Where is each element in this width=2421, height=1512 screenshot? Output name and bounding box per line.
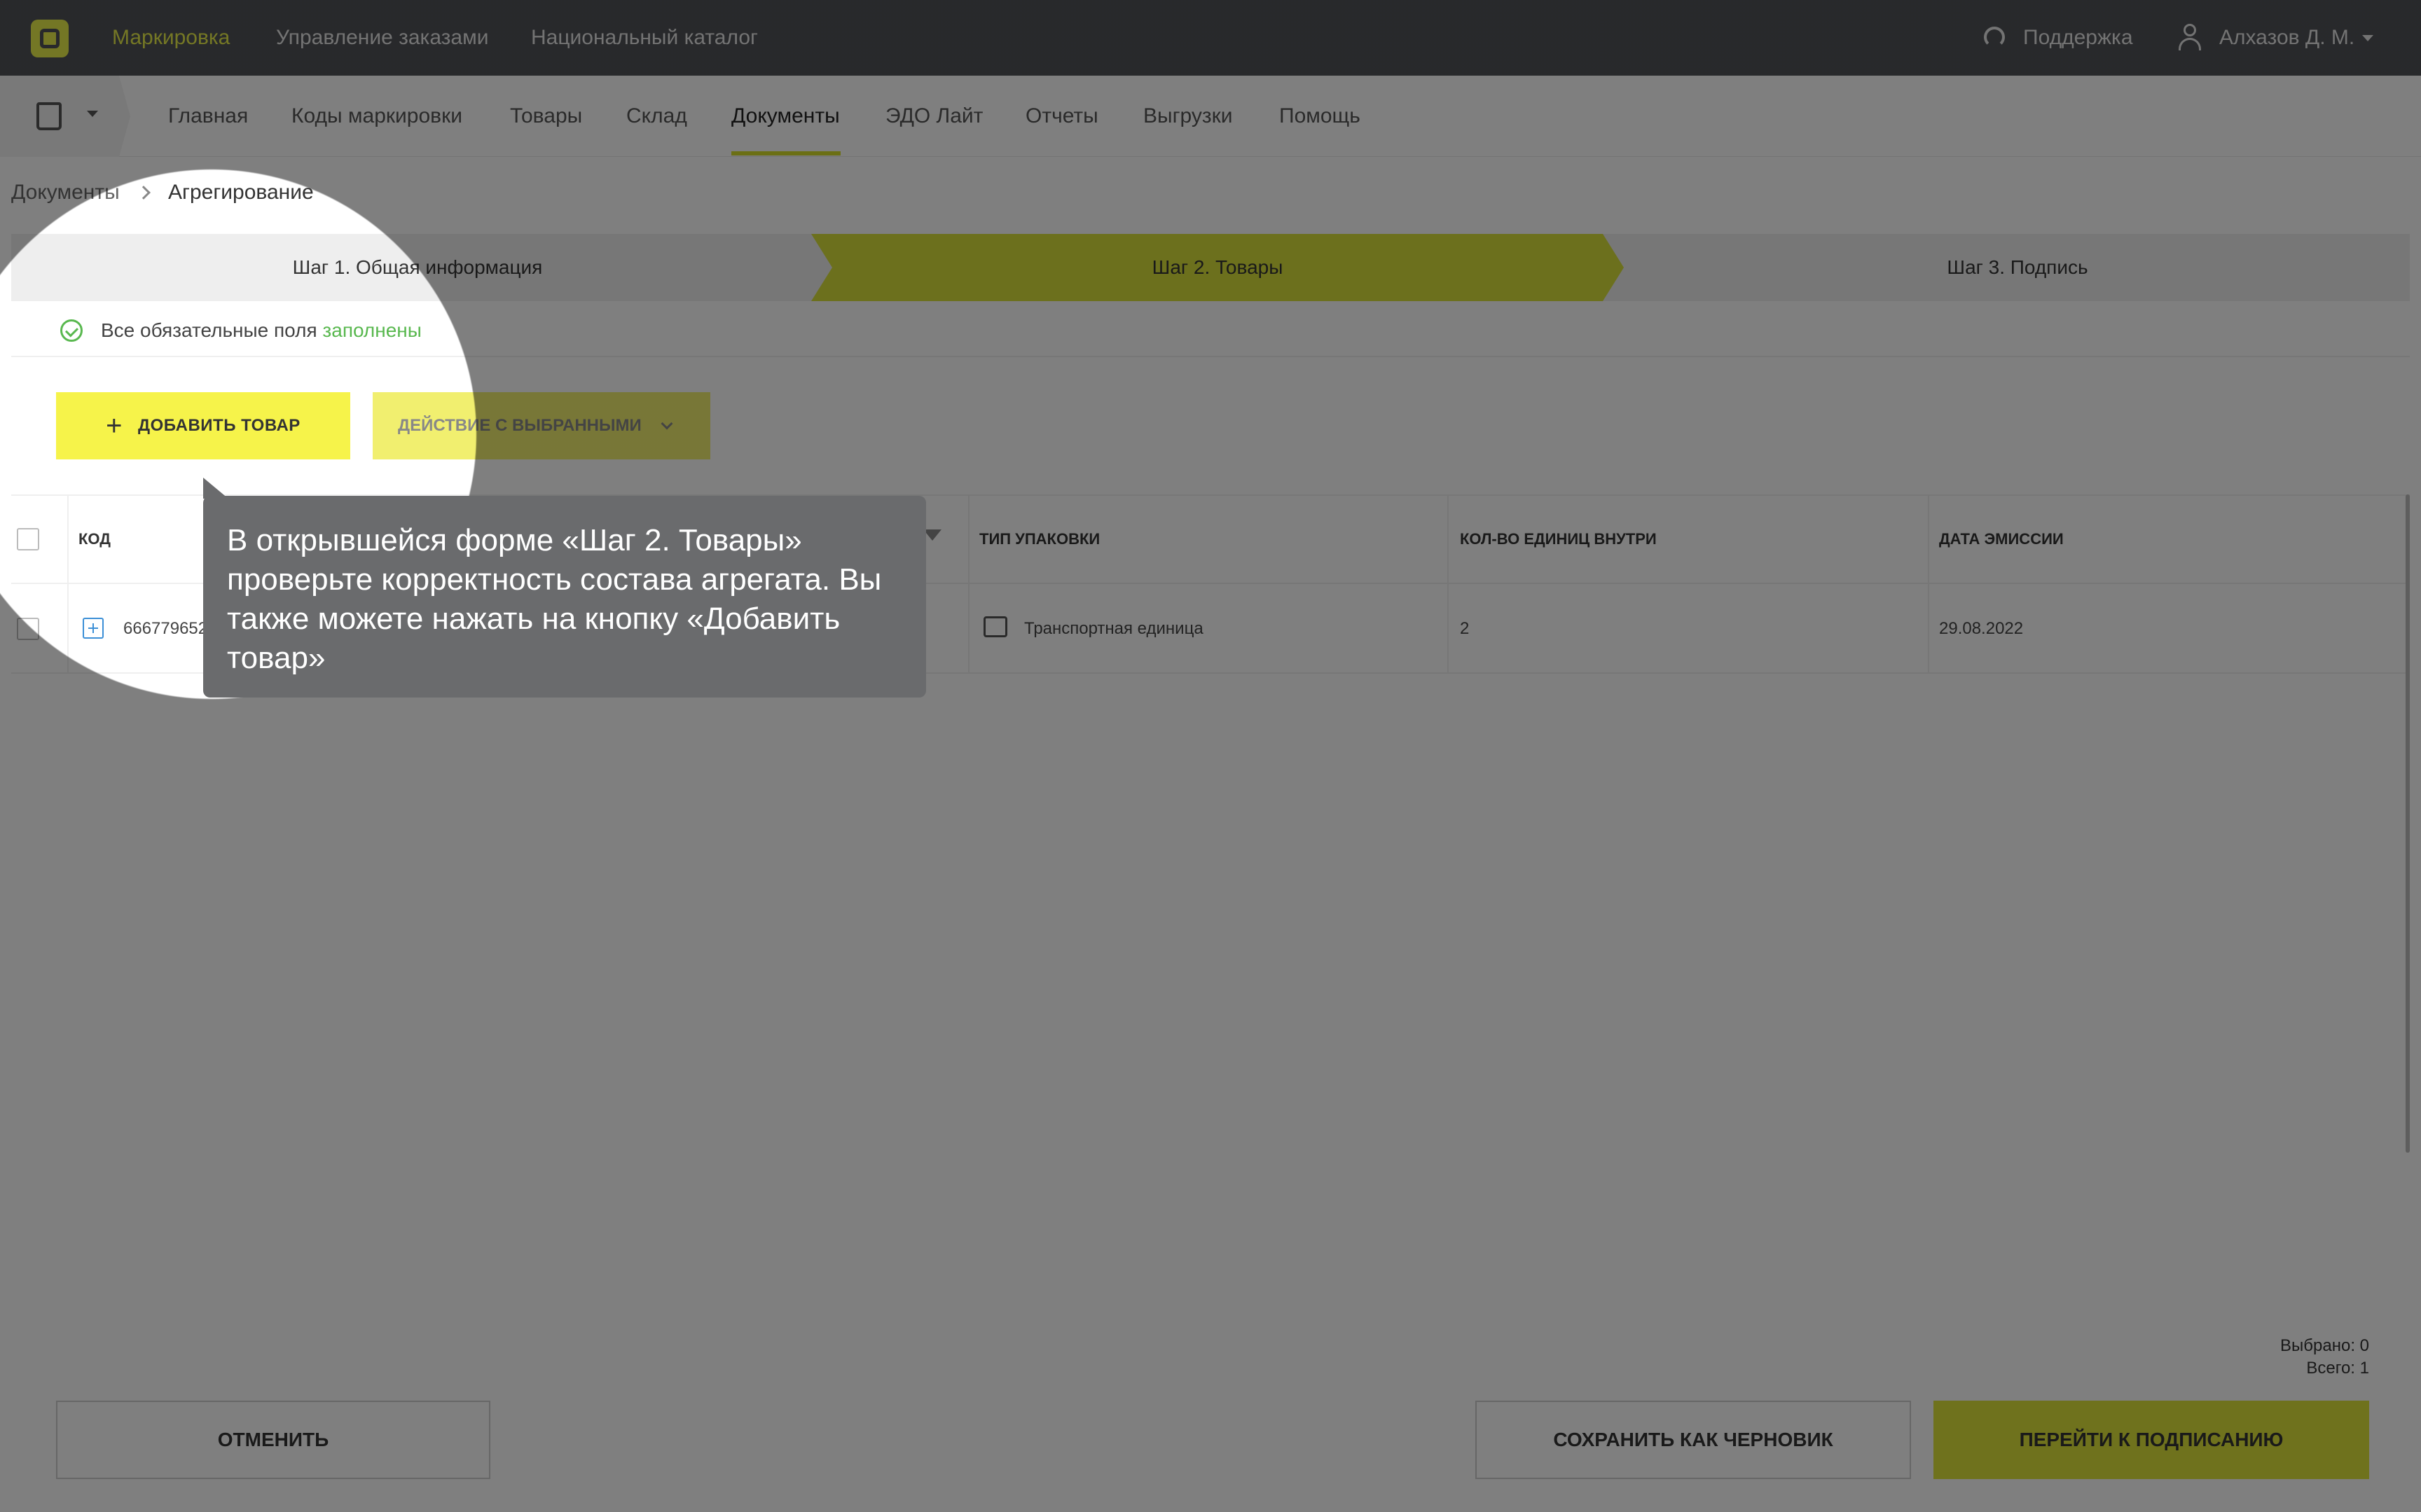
- scrollbar[interactable]: [2406, 494, 2410, 1153]
- column-header-units-inside[interactable]: КОЛ-ВО ЕДИНИЦ ВНУТРИ: [1460, 494, 1657, 584]
- user-icon: [2179, 24, 2201, 50]
- save-draft-button[interactable]: СОХРАНИТЬ КАК ЧЕРНОВИК: [1475, 1401, 1911, 1479]
- step-1-label[interactable]: Шаг 1. Общая информация: [11, 234, 824, 301]
- divider: [11, 356, 2410, 357]
- breadcrumb-chevron-icon: [137, 186, 151, 200]
- user-menu[interactable]: Алхазов Д. М.: [2219, 0, 2354, 76]
- breadcrumb-documents[interactable]: Документы: [11, 181, 120, 204]
- product-group-selector[interactable]: [0, 76, 130, 157]
- product-group-icon: [36, 102, 62, 130]
- support-link[interactable]: Поддержка: [2023, 0, 2133, 76]
- select-all-checkbox[interactable]: [17, 528, 39, 550]
- subnav-codes[interactable]: Коды маркировки: [291, 76, 462, 157]
- subnav-goods[interactable]: Товары: [510, 76, 582, 157]
- transport-unit-icon: [984, 616, 1007, 637]
- topnav-marking[interactable]: Маркировка: [112, 0, 230, 76]
- cell-code: 666779652: [123, 619, 208, 638]
- subnav-exports[interactable]: Выгрузки: [1143, 76, 1233, 157]
- col-divider: [968, 494, 970, 674]
- col-divider: [1447, 494, 1449, 674]
- row-checkbox[interactable]: [17, 618, 39, 640]
- form-panel: [11, 301, 2410, 1492]
- required-fields-status: Все обязательные поля заполнены: [101, 319, 422, 341]
- step-2-label[interactable]: Шаг 2. Товары: [811, 234, 1624, 301]
- column-header-code[interactable]: КОД: [78, 494, 111, 584]
- step-3-label[interactable]: Шаг 3. Подпись: [1611, 234, 2421, 301]
- breadcrumb-current: Агрегирование: [168, 181, 314, 204]
- expand-row-icon[interactable]: [83, 618, 104, 639]
- subnav-warehouse[interactable]: Склад: [626, 76, 687, 157]
- cell-emission-date: 29.08.2022: [1939, 619, 2024, 638]
- subnav-edo[interactable]: ЭДО Лайт: [885, 76, 983, 157]
- user-caret-icon[interactable]: [2362, 35, 2373, 41]
- product-group-caret-icon[interactable]: [87, 111, 98, 117]
- total-count: Всего: 1: [2306, 1359, 2369, 1378]
- column-header-pack-type[interactable]: ТИП УПАКОВКИ: [979, 494, 1100, 584]
- chevron-down-icon: [661, 417, 673, 430]
- bulk-action-button[interactable]: ДЕЙСТВИЕ С ВЫБРАННЫМИ: [373, 392, 710, 459]
- subnav-home[interactable]: Главная: [168, 76, 248, 157]
- check-circle-icon: [60, 319, 83, 342]
- app-logo-icon[interactable]: [31, 20, 69, 57]
- cancel-button[interactable]: ОТМЕНИТЬ: [56, 1401, 490, 1479]
- cell-units-inside: 2: [1460, 619, 1470, 638]
- subnav-documents[interactable]: Документы: [731, 76, 840, 157]
- col-divider: [1928, 494, 1929, 674]
- subnav-reports[interactable]: Отчеты: [1026, 76, 1098, 157]
- plus-icon: +: [106, 410, 123, 441]
- add-product-button[interactable]: + ДОБАВИТЬ ТОВАР: [56, 392, 350, 459]
- column-header-emission-date[interactable]: ДАТА ЭМИССИИ: [1939, 494, 2064, 584]
- col-divider: [67, 494, 69, 674]
- topnav-orders[interactable]: Управление заказами: [276, 0, 489, 76]
- topnav-catalog[interactable]: Национальный каталог: [531, 0, 758, 76]
- headset-icon: [1984, 27, 2005, 48]
- cell-pack-type: Транспортная единица: [1024, 619, 1203, 638]
- selected-count: Выбрано: 0: [2280, 1336, 2369, 1355]
- tutorial-tooltip: В открывшейся форме «Шаг 2. Товары» пров…: [203, 496, 926, 698]
- active-tab-indicator: [731, 151, 841, 155]
- subnav-help[interactable]: Помощь: [1279, 76, 1360, 157]
- go-to-signing-button[interactable]: ПЕРЕЙТИ К ПОДПИСАНИЮ: [1933, 1401, 2369, 1479]
